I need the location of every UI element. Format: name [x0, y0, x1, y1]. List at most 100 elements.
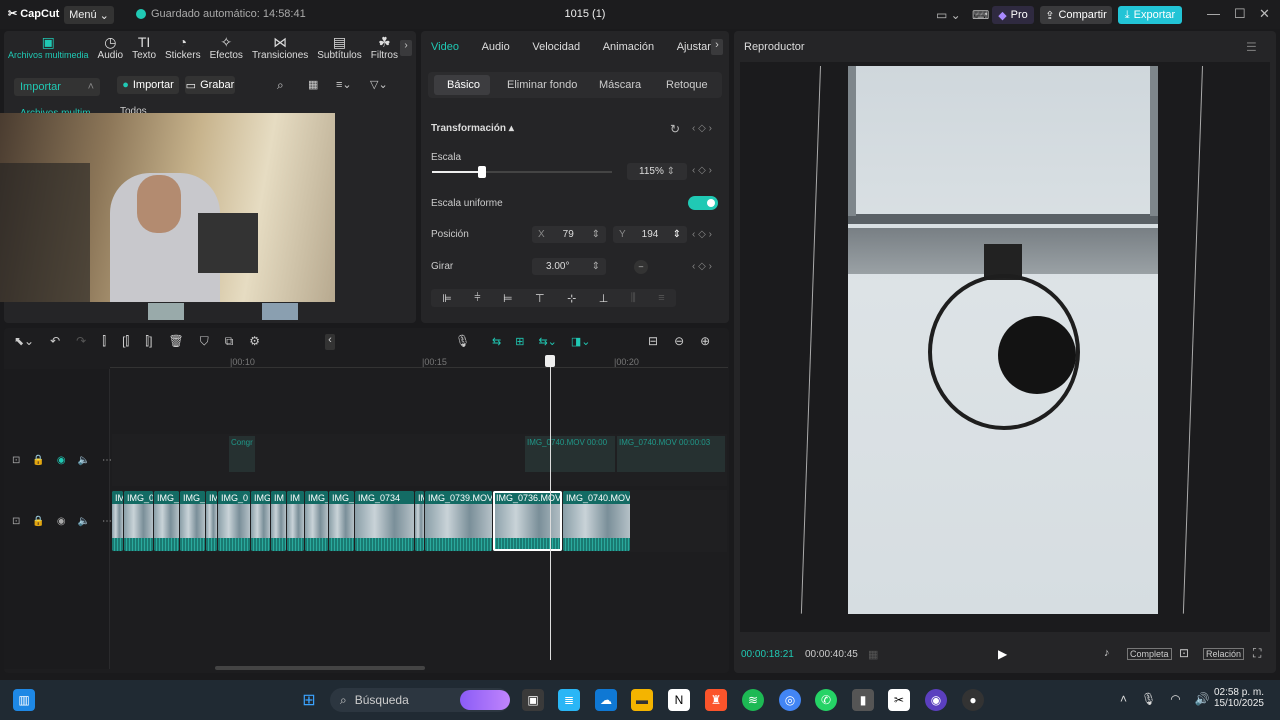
sort-icon[interactable]: ≡⌄	[336, 78, 352, 91]
side-import[interactable]: Importar ˄	[14, 78, 100, 96]
tab-filters[interactable]: ☘ Filtros	[371, 35, 398, 65]
tab-subtitles[interactable]: ▤ Subtítulos	[317, 35, 361, 65]
tab-effects[interactable]: ✧ Efectos	[210, 35, 243, 65]
overlay-clip[interactable]: IMG_0740.MOV 00:00:03	[617, 436, 725, 472]
search-icon[interactable]: ⌕	[277, 78, 284, 93]
app-icon[interactable]: ●	[962, 689, 984, 711]
keyframe-icon[interactable]: ‹ ◇ ›	[692, 229, 712, 240]
eye-icon[interactable]: ◉	[57, 455, 66, 466]
onedrive-icon[interactable]: ☁	[595, 689, 617, 711]
lock-icon[interactable]: 🔒	[32, 455, 44, 466]
magic-icon[interactable]: ⚙	[249, 334, 260, 349]
task-view-icon[interactable]: ▣	[522, 689, 544, 711]
playhead-line[interactable]	[550, 355, 551, 660]
clock[interactable]: 02:58 p. m. 15/10/2025	[1212, 687, 1264, 709]
keyframe-icon[interactable]: ‹ ◇ ›	[692, 123, 712, 134]
caption-icon[interactable]: ⊟	[648, 334, 658, 348]
windows-start-icon[interactable]: ⊞	[298, 689, 320, 711]
timeline-clip[interactable]: IMG_07	[112, 491, 123, 551]
playhead-handle[interactable]	[545, 355, 555, 367]
volume-tray-icon[interactable]: 🔊	[1195, 692, 1210, 706]
fullscreen-icon[interactable]: ⛶	[1253, 646, 1261, 661]
timeline-clip[interactable]: IMG_	[180, 491, 205, 551]
subtab-basic[interactable]: Básico	[447, 79, 480, 91]
tabs-next-icon[interactable]: ›	[400, 40, 412, 56]
widgets-icon[interactable]: ▥	[13, 689, 35, 711]
filter-funnel-icon[interactable]: ▽⌄	[370, 78, 388, 91]
split-icon[interactable]: ⫿	[102, 334, 106, 349]
transform-section[interactable]: Transformación ▴	[431, 123, 514, 134]
taskbar-search[interactable]: ⌕ Búsqueda	[330, 688, 510, 712]
timecode-grid-icon[interactable]: ▦	[868, 648, 878, 661]
chevron-up-icon[interactable]: ˄	[1120, 692, 1127, 706]
mic-tray-icon[interactable]: 🎙	[1141, 692, 1156, 706]
spotify-icon[interactable]: ≋	[742, 689, 764, 711]
magnet-icon[interactable]: ⊞	[515, 335, 524, 348]
reset-icon[interactable]: ↻	[670, 122, 680, 136]
redo-icon[interactable]: ↷	[76, 334, 86, 349]
position-x-input[interactable]: X 79 ⇕	[532, 226, 606, 243]
capcut-taskbar-icon[interactable]: ✂	[888, 689, 910, 711]
tab-transitions[interactable]: ⋈ Transiciones	[252, 35, 308, 65]
mic-icon[interactable]: 🎙	[455, 334, 470, 348]
player-menu-icon[interactable]: ☰	[1246, 40, 1257, 54]
position-y-input[interactable]: Y 194 ⇕	[613, 226, 687, 243]
timeline-scrollbar[interactable]	[215, 666, 425, 670]
crop-icon[interactable]: ⧉	[225, 334, 234, 349]
file-explorer-icon[interactable]: ▬	[631, 689, 653, 711]
volume-icon[interactable]: 🔈	[78, 516, 90, 527]
subtab-remove-bg[interactable]: Eliminar fondo	[507, 79, 577, 91]
timeline-clip[interactable]: IMG_0739.MOV	[425, 491, 492, 551]
link-icon[interactable]: ⇆	[492, 335, 501, 348]
split-left-icon[interactable]: [⫿	[122, 334, 129, 349]
close-icon[interactable]: ✕	[1259, 6, 1270, 22]
play-icon[interactable]: ▶	[998, 647, 1007, 661]
brave-icon[interactable]: ♜	[705, 689, 727, 711]
timeline-clip[interactable]: IM	[271, 491, 286, 551]
timeline-clip[interactable]: IMG_0	[218, 491, 250, 551]
align-center-v-icon[interactable]: ⊹	[567, 292, 576, 305]
timeline-clip[interactable]: IMG_0736.MOV	[493, 491, 562, 551]
zoom-out-icon[interactable]: ⊖	[674, 334, 684, 348]
full-quality-button[interactable]: Completa	[1127, 648, 1172, 660]
timeline-clip[interactable]: IMG_0740.MOV	[563, 491, 630, 551]
overlay-clip[interactable]: Congr	[229, 436, 255, 472]
align-right-icon[interactable]: ⊨	[503, 292, 513, 305]
layout-icon[interactable]: ▭ ⌄	[936, 8, 961, 22]
tab-stickers[interactable]: ◔ Stickers	[165, 35, 201, 65]
subtab-retouch[interactable]: Retoque	[666, 79, 708, 91]
distribute-h-icon[interactable]: ⫼	[631, 292, 636, 305]
undo-icon[interactable]: ↶	[50, 334, 60, 349]
align-top-icon[interactable]: ⊤	[535, 292, 545, 305]
select-tool-icon[interactable]: ⬉⌄	[14, 334, 34, 349]
timeline-clip[interactable]: IMG_C	[305, 491, 328, 551]
eye-icon[interactable]: ◉	[57, 516, 66, 527]
pro-button[interactable]: ◆ Pro	[992, 6, 1034, 24]
export-button[interactable]: ⤓ Exportar	[1118, 6, 1182, 24]
snap-icon[interactable]: ⇆⌄	[538, 335, 556, 348]
chrome-icon[interactable]: ◎	[779, 689, 801, 711]
maximize-icon[interactable]: ☐	[1234, 6, 1246, 22]
track-cover-icon[interactable]: ⊡	[12, 516, 20, 527]
timeline-clip[interactable]: IMG_	[154, 491, 179, 551]
import-button[interactable]: ● Importar	[117, 76, 179, 94]
keyframe-icon[interactable]: ‹ ◇ ›	[692, 165, 712, 176]
tab-text[interactable]: TI Texto	[132, 35, 156, 65]
marker-icon[interactable]: ⛉	[200, 334, 209, 349]
timeline-clip[interactable]: IM	[415, 491, 424, 551]
media-thumb[interactable]	[148, 303, 184, 320]
view-icon[interactable]: ▦	[308, 78, 318, 91]
overlay-clip[interactable]: IMG_0740.MOV 00:00	[525, 436, 615, 472]
snapshot-icon[interactable]: ⊡	[1179, 646, 1189, 660]
track-cover-icon[interactable]: ⊡	[12, 455, 20, 466]
share-button[interactable]: ⇪ Compartir	[1040, 6, 1112, 24]
delete-icon[interactable]: 🗑	[168, 334, 183, 349]
volume-icon[interactable]: 🔈	[78, 455, 90, 466]
tiktok-icon[interactable]: ♪	[1104, 647, 1110, 659]
tab-animation[interactable]: Animación	[603, 41, 654, 53]
keyframe-icon[interactable]: ‹ ◇ ›	[692, 261, 712, 272]
timeline-clip[interactable]: IMG_	[251, 491, 270, 551]
distribute-v-icon[interactable]: ≡	[658, 292, 664, 304]
timeline-clip[interactable]: IM	[287, 491, 304, 551]
align-bottom-icon[interactable]: ⊥	[599, 292, 609, 305]
